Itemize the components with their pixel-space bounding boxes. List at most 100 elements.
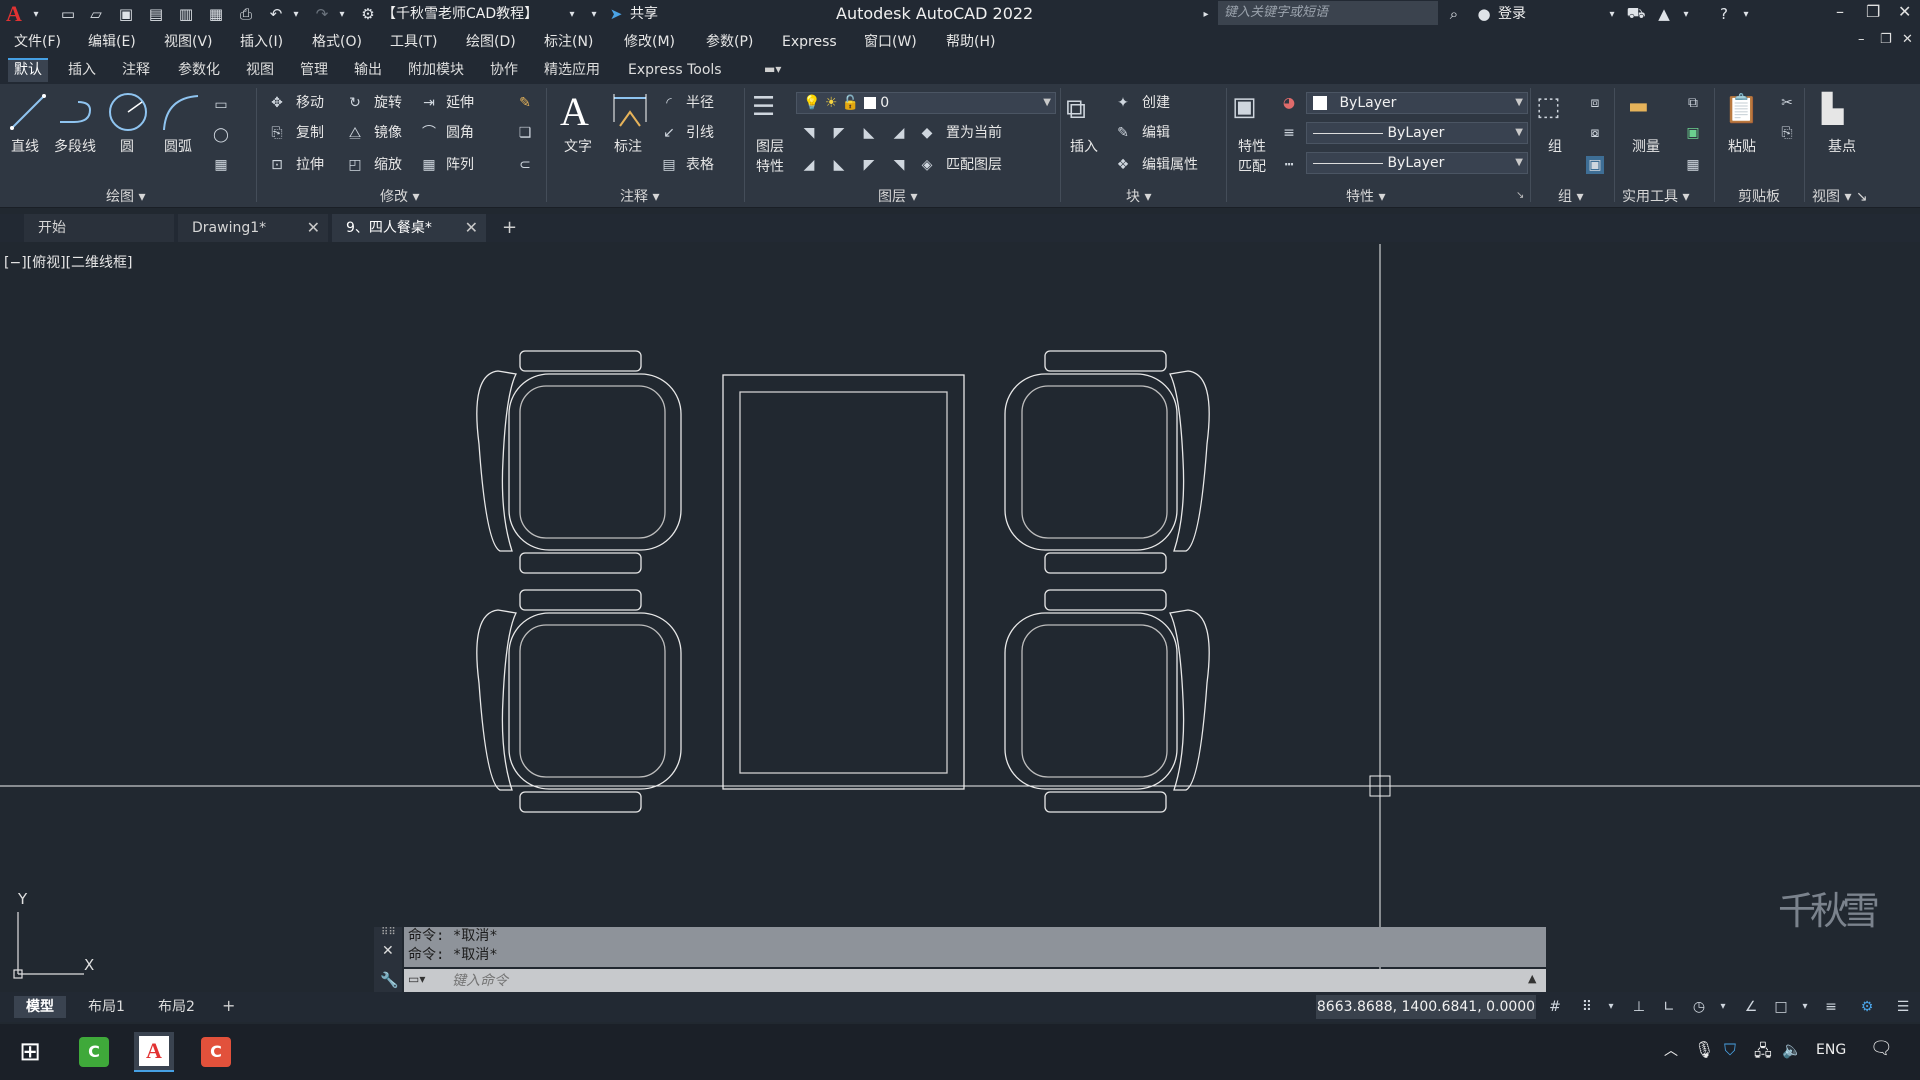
leader-tool[interactable]: 引线 [686,124,714,142]
taskbar-autocad-icon[interactable]: A [134,1032,174,1072]
redo-icon[interactable]: ↷ [312,4,332,24]
edit-block-icon[interactable]: ✎ [1114,124,1132,142]
scale-tool[interactable]: 缩放 [374,156,402,174]
user-icon[interactable]: ● [1474,4,1494,24]
object-snap-icon[interactable]: □ [1772,998,1790,1016]
rotate-tool[interactable]: 旋转 [374,94,402,112]
security-shield-icon[interactable]: ⛉ [1724,1040,1736,1060]
tab-annotate[interactable]: 注释 [116,60,156,80]
insert-block-label[interactable]: 插入 [1070,138,1098,156]
grip-icon[interactable]: ⠿⠿ [381,927,396,938]
menu-window[interactable]: 窗口(W) [864,33,917,51]
autocad-logo-icon[interactable]: A [6,1,22,27]
create-block-button[interactable]: 创建 [1142,94,1170,112]
mirror-icon[interactable]: ⧋ [346,124,364,142]
quick-access-dropdown-icon[interactable]: ▾ [584,4,604,24]
tab-home[interactable]: 默认 [8,58,48,82]
polyline-tool-icon[interactable] [56,92,96,132]
windows-start-icon[interactable]: ⊞ [10,1032,50,1072]
color-wheel-icon[interactable]: ◕ [1280,94,1298,112]
doc-tab-start[interactable]: 开始 [24,214,174,242]
layout-tab-layout2[interactable]: 布局2 [146,996,207,1018]
text-tool-icon[interactable]: A [560,88,589,135]
extend-tool[interactable]: 延伸 [446,94,474,112]
ortho-icon[interactable]: ∟ [1660,998,1678,1016]
chair-bottom-left[interactable] [476,589,682,813]
layer-properties-label-2[interactable]: 特性 [756,158,784,176]
taskbar-camtasia-green-icon[interactable]: C [74,1032,114,1072]
groups-panel-title[interactable]: 组 ▾ [1558,188,1583,206]
input-language[interactable]: ENG [1816,1042,1846,1058]
edit-attribute-icon[interactable]: ❖ [1114,156,1132,174]
table-outer[interactable] [722,374,965,790]
tray-chevron-up-icon[interactable]: ︿ [1664,1040,1678,1060]
tab-output[interactable]: 输出 [348,60,388,80]
base-point-icon[interactable]: ▙ [1822,92,1862,132]
redo-dropdown-icon[interactable]: ▾ [332,4,352,24]
menu-insert[interactable]: 插入(I) [240,33,283,51]
dimension-tool-icon[interactable] [610,92,650,132]
linetype-icon[interactable]: ┅ [1280,156,1298,174]
menu-dimension[interactable]: 标注(N) [544,33,593,51]
layer-properties-label[interactable]: 图层 [756,138,784,156]
mirror-tool[interactable]: 镜像 [374,124,402,142]
add-layout-plus-icon[interactable]: + [222,996,235,1015]
close-command-line-icon[interactable]: ✕ [382,943,394,959]
layers-panel-title[interactable]: 图层 ▾ [878,188,917,206]
doc-restore-icon[interactable]: ❐ [1880,32,1892,47]
polar-dropdown-icon[interactable]: ▾ [1714,998,1732,1016]
tab-addins[interactable]: 附加模块 [402,60,470,80]
doc-close-icon[interactable]: ✕ [1902,32,1913,47]
erase-icon[interactable]: ✎ [516,94,534,112]
customization-menu-icon[interactable]: ☰ [1894,998,1912,1016]
array-tool[interactable]: 阵列 [446,156,474,174]
extend-icon[interactable]: ⇥ [420,94,438,112]
chair-top-left[interactable] [476,350,682,574]
array-icon[interactable]: ▦ [420,156,438,174]
move-icon[interactable]: ✥ [268,94,286,112]
rectangle-tool-icon[interactable]: ▭ [212,96,230,114]
title-arrow-icon[interactable]: ▸ [1196,4,1216,24]
command-prompt-icon[interactable]: ▭▾ [408,972,425,986]
fillet-icon[interactable]: ⌒ [420,124,438,142]
utilities-panel-title[interactable]: 实用工具 ▾ [1622,188,1689,206]
match-properties-label[interactable]: 特性 [1238,138,1266,156]
undo-dropdown-icon[interactable]: ▾ [286,4,306,24]
color-dropdown[interactable]: ByLayer ▼ [1306,92,1528,114]
menu-modify[interactable]: 修改(M) [624,33,675,51]
edit-attribute-button[interactable]: 编辑属性 [1142,156,1198,174]
taskbar-camtasia-red-icon[interactable]: C [196,1032,236,1072]
snap-icon[interactable]: ⠿ [1578,998,1596,1016]
workspace-gear-icon[interactable]: ⚙ [358,4,378,24]
set-current-icon[interactable]: ◆ [918,124,936,142]
measure-tool-label[interactable]: 测量 [1632,138,1660,156]
copy-clip-icon[interactable]: ⎘ [1778,124,1796,142]
cut-icon[interactable]: ✂ [1778,94,1796,112]
menu-file[interactable]: 文件(F) [14,33,61,51]
circle-tool-icon[interactable] [106,90,150,134]
share-button[interactable]: 共享 [630,3,658,25]
paste-icon[interactable]: 📋 [1724,92,1764,132]
tab-collaborate[interactable]: 协作 [484,60,524,80]
minimize-icon[interactable]: – [1836,2,1844,21]
radius-icon[interactable]: ◜ [660,94,678,112]
base-point-label[interactable]: 基点 [1828,138,1856,156]
undo-icon[interactable]: ↶ [266,4,286,24]
text-tool-label[interactable]: 文字 [564,138,592,156]
quick-select-icon[interactable]: ⧉ [1684,94,1702,112]
hatch-tool-icon[interactable]: ▦ [212,156,230,174]
new-tab-plus-icon[interactable]: + [502,217,517,238]
view-panel-title[interactable]: 视图 ▾ ↘ [1812,188,1868,206]
restore-icon[interactable]: ❐ [1866,2,1880,21]
group-icon[interactable]: ⬚ [1536,92,1572,132]
dimension-tool-label[interactable]: 标注 [614,138,642,156]
circle-tool-label[interactable]: 圆 [120,138,134,156]
layer-unlock-all-icon[interactable]: ◥ [890,156,908,174]
table-tool[interactable]: 表格 [686,156,714,174]
copy-tool[interactable]: 复制 [296,124,324,142]
notifications-icon[interactable]: 🗨 [1870,1038,1893,1059]
table-icon[interactable]: ▤ [660,156,678,174]
workspace-switch-icon[interactable]: ⚙ [1858,998,1876,1016]
scale-icon[interactable]: ◰ [346,156,364,174]
publish-icon[interactable]: ▥ [176,4,196,24]
